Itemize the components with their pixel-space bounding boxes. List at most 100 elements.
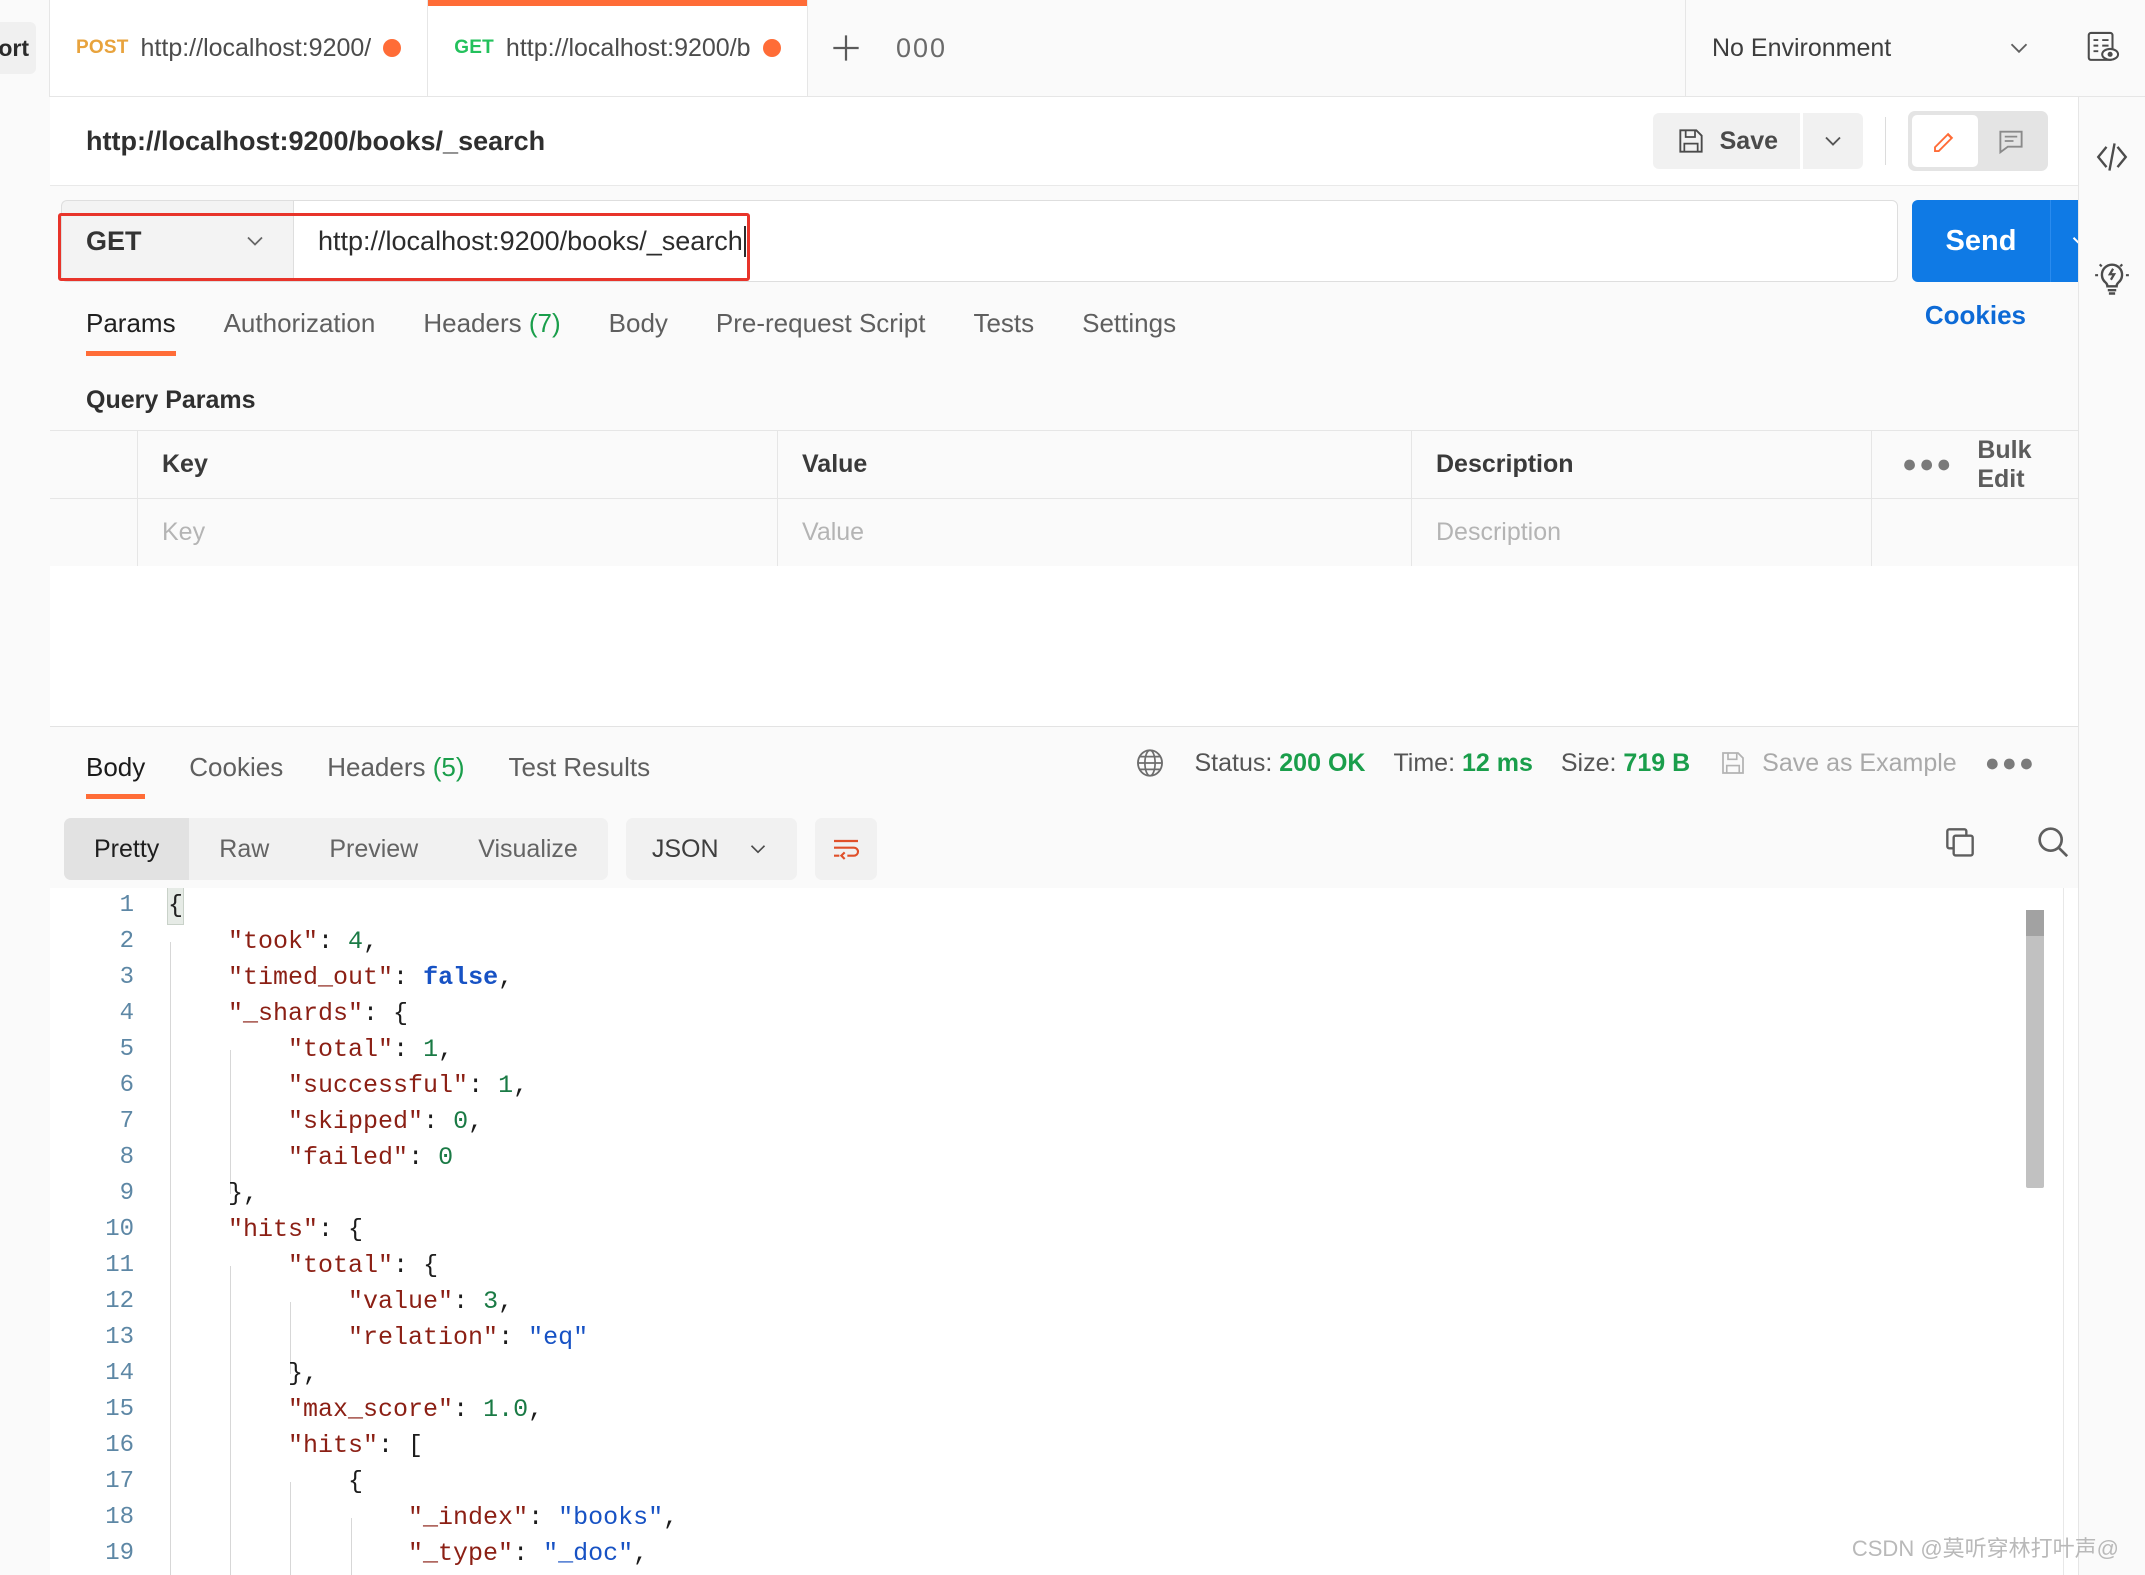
response-tab-headers[interactable]: Headers (5) [327, 746, 464, 783]
url-input[interactable]: http://localhost:9200/books/_search [293, 200, 1898, 282]
environment-selector[interactable]: No Environment [1686, 0, 2060, 96]
code-token: : [528, 1503, 558, 1532]
code-scrollbar-thumb[interactable] [2026, 910, 2044, 936]
code-line: { [168, 1464, 2078, 1500]
tab-body[interactable]: Body [609, 300, 694, 339]
url-input-value: http://localhost:9200/books/_search [318, 226, 743, 257]
code-snippet-button[interactable] [2079, 97, 2145, 217]
key-input[interactable]: Key [138, 499, 778, 566]
code-token: , [528, 1395, 543, 1424]
table-row[interactable]: Key Value Description [50, 499, 2078, 567]
response-format-select[interactable]: JSON [626, 818, 797, 880]
edit-mode-button[interactable] [1912, 115, 1978, 167]
tab-label: Body [86, 752, 145, 782]
request-title[interactable]: http://localhost:9200/books/_search [86, 126, 545, 157]
response-tab-body[interactable]: Body [86, 746, 145, 783]
search-button[interactable] [2033, 822, 2073, 862]
response-status-bar: Status: 200 OK Time: 12 ms Size: 719 B S… [1133, 746, 2079, 780]
header-value: Value [778, 431, 1412, 498]
tab-authorization[interactable]: Authorization [224, 300, 402, 339]
tab-url-label: http://localhost:9200/b [506, 34, 751, 63]
tab-tests[interactable]: Tests [973, 300, 1060, 339]
lightbulb-button[interactable] [2079, 217, 2145, 337]
divider [1885, 117, 1886, 165]
bulk-edit-button[interactable]: Bulk Edit [1977, 436, 2078, 494]
send-button[interactable]: Send [1912, 200, 2050, 282]
view-mode-group [1908, 111, 2048, 171]
params-more-menu[interactable]: ●●● [1902, 450, 1953, 479]
code-line: "_shards": { [168, 996, 2078, 1032]
cookies-link[interactable]: Cookies [1925, 300, 2078, 331]
new-tab-button[interactable] [808, 0, 884, 96]
line-number-gutter: 12345678910111213141516171819 [50, 888, 156, 1575]
method-select[interactable]: GET [61, 200, 293, 282]
code-token: 1.0 [483, 1395, 528, 1424]
import-button[interactable]: ort [0, 22, 36, 74]
line-number: 10 [50, 1212, 156, 1248]
globe-icon [1133, 746, 1167, 780]
view-raw[interactable]: Raw [189, 818, 299, 880]
save-disk-icon [1718, 748, 1748, 778]
line-number: 15 [50, 1392, 156, 1428]
value-input[interactable]: Value [778, 499, 1412, 566]
code-token: : [393, 963, 423, 992]
line-number: 12 [50, 1284, 156, 1320]
tab-params[interactable]: Params [86, 300, 202, 339]
request-tab-get[interactable]: GET http://localhost:9200/b [428, 0, 807, 96]
time-value: 12 ms [1462, 749, 1533, 777]
code-token: "eq" [528, 1323, 588, 1352]
table-header-row: Key Value Description ●●● Bulk Edit [50, 431, 2078, 499]
save-options-button[interactable] [1803, 113, 1863, 169]
environment-quick-look-icon [2084, 29, 2122, 67]
code-token: "total" [288, 1251, 393, 1280]
lightbulb-icon [2090, 255, 2134, 299]
response-body-code[interactable]: 12345678910111213141516171819 { "took": … [50, 888, 2078, 1575]
tab-settings[interactable]: Settings [1082, 300, 1202, 339]
description-input[interactable]: Description [1412, 499, 1872, 566]
code-token: 4 [348, 927, 363, 956]
tab-label: Settings [1082, 308, 1176, 338]
tab-url-label: http://localhost:9200/ [141, 34, 372, 63]
code-line: "max_score": 1.0, [168, 1392, 2078, 1428]
row-checkbox-cell[interactable] [50, 499, 138, 566]
line-number: 19 [50, 1536, 156, 1572]
request-name-bar: http://localhost:9200/books/_search Save [50, 97, 2078, 186]
copy-button[interactable] [1941, 823, 1979, 861]
response-more-menu[interactable]: ●●● [1985, 749, 2036, 778]
save-button[interactable]: Save [1653, 113, 1800, 169]
environment-quick-look-button[interactable] [2060, 0, 2145, 96]
format-label: JSON [652, 835, 719, 864]
pencil-icon [1930, 126, 1960, 156]
tab-label: Headers [327, 752, 425, 782]
response-view-segment: Pretty Raw Preview Visualize [64, 818, 608, 880]
size-label: Size: [1561, 749, 1617, 777]
view-pretty[interactable]: Pretty [64, 818, 189, 880]
code-scrollbar[interactable] [2026, 910, 2044, 1188]
time-group: Time: 12 ms [1393, 749, 1532, 778]
response-tab-test-results[interactable]: Test Results [509, 746, 651, 783]
size-group: Size: 719 B [1561, 749, 1690, 778]
code-token: "relation" [348, 1323, 498, 1352]
right-sidebar [2078, 97, 2145, 1575]
line-number: 13 [50, 1320, 156, 1356]
wrap-lines-icon [830, 833, 862, 865]
response-tabs: Body Cookies Headers (5) Test Results St… [50, 746, 2078, 812]
code-token: , [498, 963, 513, 992]
line-number: 9 [50, 1176, 156, 1212]
bulk-edit-cell: ●●● Bulk Edit [1872, 431, 2078, 498]
response-tab-cookies[interactable]: Cookies [189, 746, 283, 783]
request-tab-post[interactable]: POST http://localhost:9200/ [50, 0, 428, 96]
view-preview[interactable]: Preview [299, 818, 448, 880]
code-line: "_type": "_doc", [168, 1536, 2078, 1572]
line-number: 11 [50, 1248, 156, 1284]
tab-pre-request-script[interactable]: Pre-request Script [716, 300, 952, 339]
status-value: 200 OK [1279, 749, 1365, 777]
save-as-example-button[interactable]: Save as Example [1718, 748, 1957, 778]
comment-button[interactable] [1978, 115, 2044, 167]
view-visualize[interactable]: Visualize [448, 818, 608, 880]
code-token: "_index" [408, 1503, 528, 1532]
tab-overflow-menu[interactable]: 000 [884, 0, 960, 96]
wrap-lines-button[interactable] [815, 818, 877, 880]
code-lines: { "took": 4, "timed_out": false, "_shard… [168, 888, 2078, 1572]
tab-headers[interactable]: Headers (7) [423, 300, 586, 339]
